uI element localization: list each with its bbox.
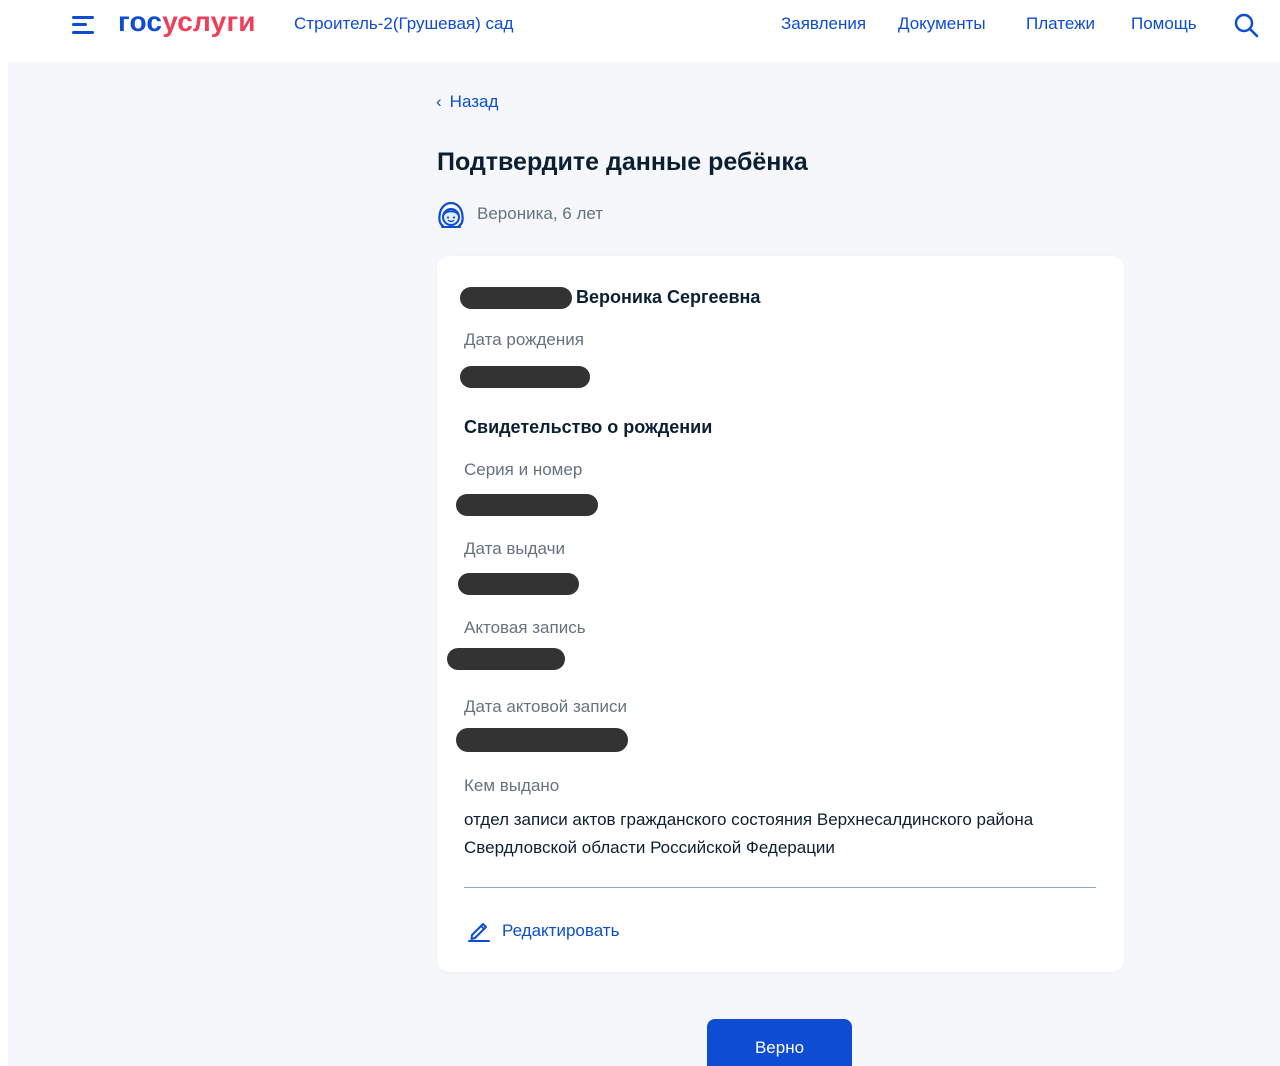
redacted-surname <box>460 287 572 309</box>
act-record-date-label: Дата актовой записи <box>464 697 627 716</box>
pencil-icon <box>468 923 490 942</box>
issued-by-value: отдел записи актов гражданского состояни… <box>464 810 1034 857</box>
child-avatar-icon <box>438 201 464 228</box>
back-link[interactable]: ‹ Назад <box>436 91 498 113</box>
child-data-card <box>437 256 1124 972</box>
logo-part-2: услуги <box>162 6 256 37</box>
certificate-section-title: Свидетельство о рождении <box>464 417 713 437</box>
back-label: Назад <box>449 92 499 111</box>
birth-date-label: Дата рождения <box>464 330 584 349</box>
gosuslugi-logo[interactable]: госуслуги <box>118 5 256 39</box>
child-name-age: Вероника, 6 лет <box>477 204 604 223</box>
nav-link-applications[interactable]: Заявления <box>781 13 866 35</box>
chevron-left-icon: ‹ <box>436 92 442 111</box>
location-link[interactable]: Строитель-2(Грушевая) сад <box>294 13 513 35</box>
nav-link-documents[interactable]: Документы <box>898 13 986 35</box>
logo-part-1: гос <box>118 6 163 37</box>
page-title: Подтвердите данные ребёнка <box>437 148 808 176</box>
redacted-series-number <box>456 494 598 516</box>
nav-link-help[interactable]: Помощь <box>1131 13 1197 35</box>
edit-label: Редактировать <box>502 921 620 940</box>
redacted-birth-date <box>460 366 590 388</box>
search-icon[interactable] <box>1233 12 1259 38</box>
redacted-act-record-date <box>456 728 628 752</box>
issue-date-label: Дата выдачи <box>464 539 565 558</box>
act-record-label: Актовая запись <box>464 618 586 637</box>
child-full-name: Вероника Сергеевна <box>576 287 761 307</box>
burger-menu-icon[interactable] <box>72 14 98 36</box>
issued-by-label: Кем выдано <box>464 776 560 795</box>
redacted-issue-date <box>458 573 579 595</box>
redacted-act-record <box>447 648 565 670</box>
nav-link-payments[interactable]: Платежи <box>1026 13 1095 35</box>
top-header: госуслуги Строитель-2(Грушевая) сад Заяв… <box>0 0 1280 62</box>
card-divider <box>464 887 1096 888</box>
confirm-button[interactable]: Верно <box>707 1019 852 1066</box>
series-number-label: Серия и номер <box>464 460 583 479</box>
